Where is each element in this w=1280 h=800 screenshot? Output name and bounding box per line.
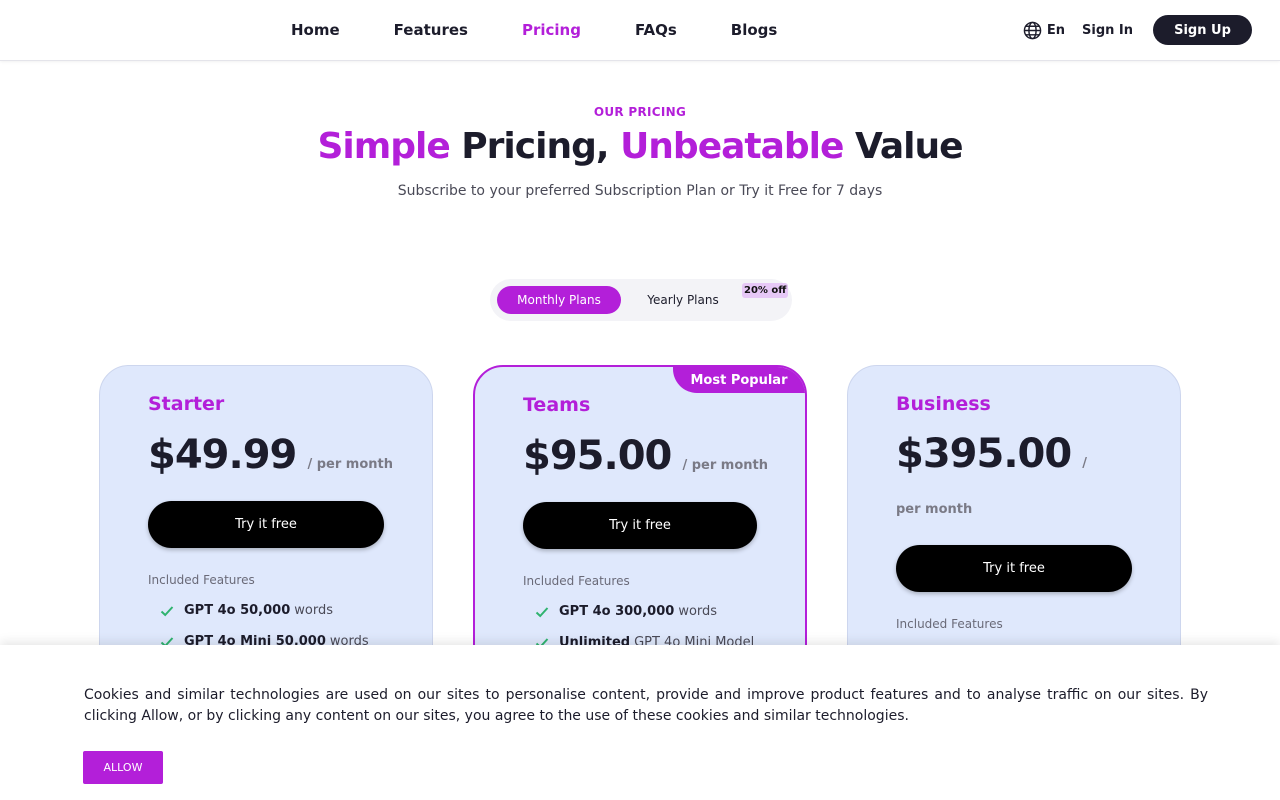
feature-text: words <box>678 604 718 619</box>
price-row: $95.00 / per month <box>523 433 773 479</box>
feature-highlight: GPT 4o 50,000 <box>184 603 291 618</box>
language-label: En <box>1046 22 1065 38</box>
title-text-pricing: Pricing, <box>449 126 621 167</box>
page-title: Simple Pricing, Unbeatable Value <box>0 126 1280 167</box>
plan-name: Teams <box>523 394 591 416</box>
nav-link-home[interactable]: Home <box>291 21 340 39</box>
feature-item: GPT 4o 300,000 words <box>535 604 717 619</box>
try-free-button[interactable]: Try it free <box>148 501 384 548</box>
features-label: Included Features <box>148 573 255 587</box>
nav-link-pricing[interactable]: Pricing <box>522 21 581 39</box>
cookie-banner: Cookies and similar technologies are use… <box>0 645 1280 800</box>
features-label: Included Features <box>896 617 1003 631</box>
plan-price: $49.99 <box>148 432 297 478</box>
plan-period: / per month <box>307 457 393 472</box>
check-icon <box>160 605 174 616</box>
section-eyebrow: OUR PRICING <box>593 105 687 119</box>
check-icon <box>535 606 549 617</box>
nav-actions: En Sign In Sign Up <box>1023 15 1252 45</box>
nav-links: Home Features Pricing FAQs Blogs <box>291 0 831 60</box>
billing-toggle: Monthly Plans Yearly Plans 20% off <box>490 279 792 321</box>
nav-link-blogs[interactable]: Blogs <box>731 21 778 39</box>
feature-highlight: GPT 4o 300,000 <box>559 604 675 619</box>
nav-link-features[interactable]: Features <box>394 21 468 39</box>
plan-period: / per month <box>682 458 768 473</box>
most-popular-badge: Most Popular <box>673 367 805 393</box>
page-subtitle: Subscribe to your preferred Subscription… <box>397 183 883 199</box>
cookie-message: Cookies and similar technologies are use… <box>84 687 1208 724</box>
feature-text: words <box>294 603 333 618</box>
sign-up-button[interactable]: Sign Up <box>1153 15 1252 45</box>
title-accent-unbeatable: Unbeatable <box>620 126 844 167</box>
price-row: $395.00 / per month <box>896 432 1106 532</box>
price-row: $49.99 / per month <box>148 432 398 478</box>
sign-in-link[interactable]: Sign In <box>1082 23 1133 38</box>
title-text-value: Value <box>843 126 964 167</box>
language-selector[interactable]: En <box>1023 21 1065 40</box>
nav-link-faqs[interactable]: FAQs <box>635 21 677 39</box>
try-free-button[interactable]: Try it free <box>523 502 757 549</box>
allow-cookies-button[interactable]: ALLOW <box>83 751 163 784</box>
title-accent-simple: Simple <box>317 126 450 167</box>
plan-price: $395.00 <box>896 431 1072 477</box>
feature-item: GPT 4o 50,000 words <box>160 603 333 618</box>
plan-name: Starter <box>148 393 225 415</box>
features-label: Included Features <box>523 574 630 588</box>
plan-price: $95.00 <box>523 433 672 479</box>
try-free-button[interactable]: Try it free <box>896 545 1132 592</box>
plan-name: Business <box>896 393 991 415</box>
globe-icon <box>1023 21 1042 39</box>
discount-badge: 20% off <box>742 283 789 298</box>
yearly-plans-tab[interactable]: Yearly Plans <box>628 286 738 314</box>
top-navbar: Home Features Pricing FAQs Blogs En Sign… <box>0 0 1280 61</box>
monthly-plans-tab[interactable]: Monthly Plans <box>497 286 621 314</box>
